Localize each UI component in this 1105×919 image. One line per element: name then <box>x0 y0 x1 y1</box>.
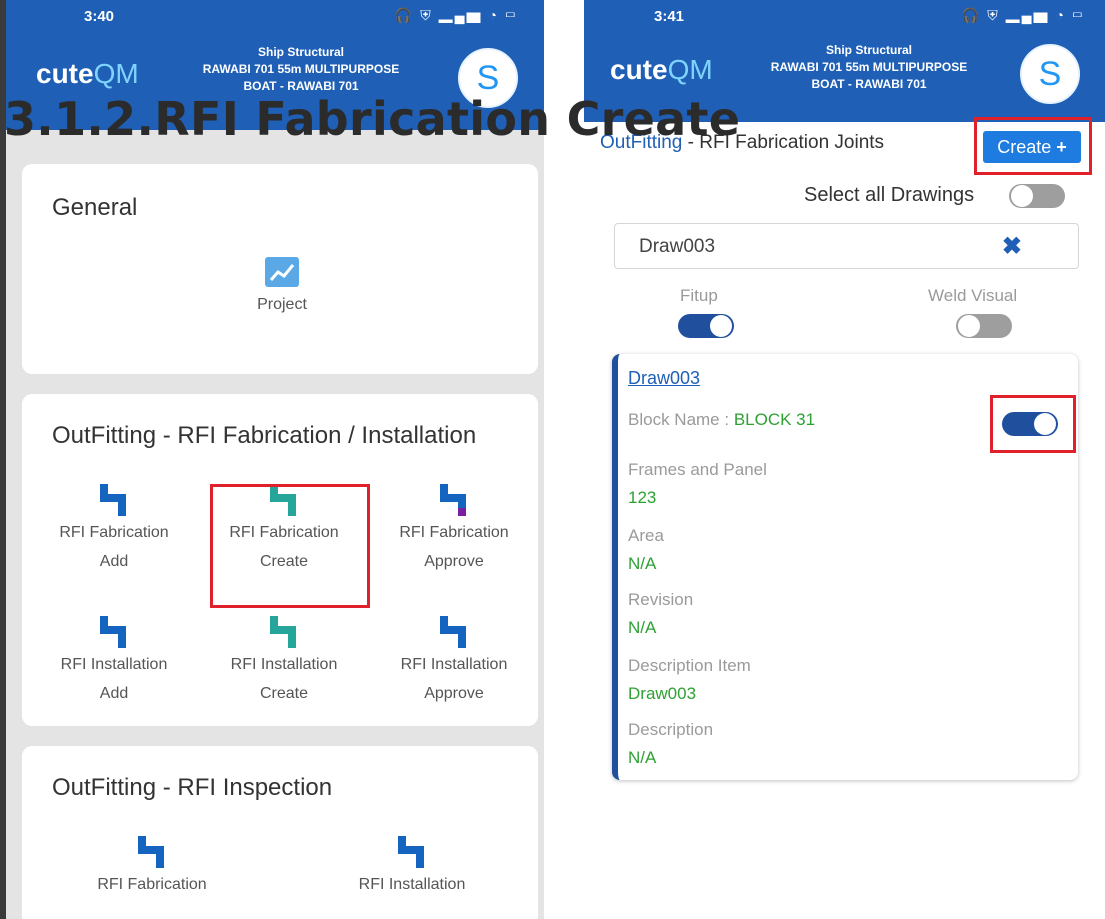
tile-label-line2: Create <box>259 685 309 702</box>
project-type: Ship Structural <box>825 43 912 57</box>
app-logo: cuteQM <box>610 54 713 85</box>
status-time: 3:41 <box>654 8 685 25</box>
tile-label: RFI Installation <box>358 876 466 893</box>
area-value: N/A <box>628 554 657 573</box>
tile-label-line1: RFI Installation <box>230 656 338 673</box>
description-item-value: Draw003 <box>628 684 697 703</box>
avatar[interactable]: S <box>1020 44 1080 104</box>
drawing-link[interactable]: Draw003 <box>628 368 700 389</box>
pipe-icon <box>398 836 424 868</box>
revision-label: Revision <box>628 590 694 609</box>
status-time: 3:40 <box>84 8 115 25</box>
rfi-inspection-fabrication-tile[interactable]: RFI Fabrication <box>62 834 242 899</box>
fitup-toggle[interactable] <box>678 314 734 338</box>
tile-label: RFI Fabrication <box>97 876 207 893</box>
rfi-fabrication-approve-tile[interactable]: RFI Fabrication Approve <box>374 482 534 576</box>
weld-visual-label: Weld Visual <box>928 286 1018 305</box>
tile-label-line1: RFI Installation <box>60 656 168 673</box>
project-chart-icon <box>265 257 299 287</box>
fitup-label: Fitup <box>680 286 718 305</box>
system-icons: 🎧 ⛨ ▂▄▆ ◔ ▭ <box>394 7 518 23</box>
project-type: Ship Structural <box>257 45 344 59</box>
section-heading: 3.1.2.RFI Fabrication Create <box>4 92 741 146</box>
system-icons: 🎧 ⛨ ▂▄▆ ◔ ▭ <box>961 7 1085 23</box>
pipe-icon <box>100 616 126 648</box>
revision-value: N/A <box>628 618 657 637</box>
block-value: BLOCK 31 <box>733 410 816 429</box>
status-bar: 3:41 🎧 ⛨ ▂▄▆ ◔ ▭ <box>584 0 1105 34</box>
project-vessel: BOAT - RAWABI 701 <box>811 77 927 91</box>
rfi-installation-add-tile[interactable]: RFI Installation Add <box>34 614 194 708</box>
description-label: Description <box>628 720 714 739</box>
block-row: Block Name : BLOCK 31 <box>628 410 815 430</box>
block-label: Block Name : <box>628 410 734 429</box>
frames-value: 123 <box>628 488 657 507</box>
status-bar: 3:40 🎧 ⛨ ▂▄▆ ◔ ▭ <box>6 0 544 34</box>
rfi-inspection-title: OutFitting - RFI Inspection <box>52 774 333 801</box>
drawing-search-field[interactable]: Draw003 ✖ <box>614 223 1079 269</box>
pipe-icon <box>138 836 164 868</box>
pipe-icon <box>270 616 296 648</box>
project-tile[interactable]: Project <box>202 254 362 319</box>
select-all-toggle[interactable] <box>1009 184 1065 208</box>
project-info: Ship Structural RAWABI 701 55m MULTIPURP… <box>176 44 426 95</box>
rfi-fabrication-add-tile[interactable]: RFI Fabrication Add <box>34 482 194 576</box>
pipe-icon <box>100 484 126 516</box>
toggle-knob <box>710 315 732 337</box>
rfi-installation-create-tile[interactable]: RFI Installation Create <box>204 614 364 708</box>
toggle-knob <box>1011 185 1033 207</box>
app-logo: cuteQM <box>36 58 139 89</box>
area-label: Area <box>628 526 664 545</box>
frames-label: Frames and Panel <box>628 460 767 479</box>
toggle-knob <box>958 315 980 337</box>
weld-visual-toggle[interactable] <box>956 314 1012 338</box>
description-item-label: Description Item <box>628 656 751 675</box>
description-value: N/A <box>628 748 657 767</box>
general-title: General <box>52 194 138 221</box>
tile-label-line2: Add <box>99 685 129 702</box>
rfi-installation-approve-tile[interactable]: RFI Installation Approve <box>374 614 534 708</box>
rfi-inspection-installation-tile[interactable]: RFI Installation <box>322 834 502 899</box>
clear-icon[interactable]: ✖ <box>1002 232 1022 261</box>
project-name: RAWABI 701 55m MULTIPURPOSE <box>770 60 968 74</box>
tile-label-line2: Approve <box>424 685 484 702</box>
project-label: Project <box>257 296 307 313</box>
general-card: General Project <box>22 164 538 374</box>
highlight-create-button <box>974 117 1092 175</box>
project-name: RAWABI 701 55m MULTIPURPOSE <box>202 62 400 76</box>
pipe-icon <box>440 616 466 648</box>
tile-label-line1: RFI Fabrication <box>59 524 169 541</box>
highlight-rfi-fabrication-create <box>210 484 370 608</box>
rfi-inspection-card: OutFitting - RFI Inspection RFI Fabricat… <box>22 746 538 919</box>
pipe-icon <box>440 484 466 516</box>
tile-label-line1: RFI Installation <box>400 656 508 673</box>
tile-label-line2: Approve <box>424 553 484 570</box>
tile-label-line1: RFI Fabrication <box>399 524 509 541</box>
tile-label-line2: Add <box>99 553 129 570</box>
search-value: Draw003 <box>639 236 716 257</box>
rfi-fab-install-title: OutFitting - RFI Fabrication / Installat… <box>52 422 477 449</box>
select-all-label: Select all Drawings <box>804 184 975 206</box>
highlight-drawing-toggle <box>990 395 1076 453</box>
project-info: Ship Structural RAWABI 701 55m MULTIPURP… <box>744 42 994 93</box>
